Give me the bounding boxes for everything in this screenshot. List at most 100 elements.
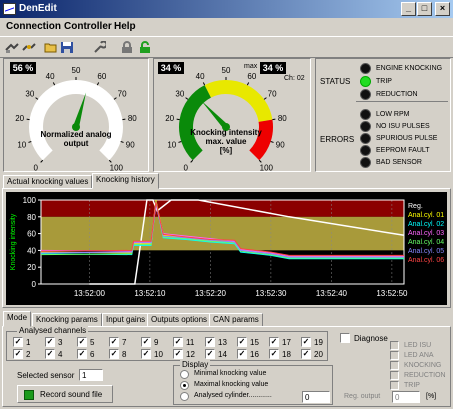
channel-checkbox[interactable]: ✓ (45, 349, 55, 359)
radio-maximal-label: Maximal knocking value (194, 381, 269, 388)
legend-entry: Anal.cyl. 03 (408, 230, 444, 237)
record-sound-button[interactable]: Record sound file (17, 385, 113, 403)
menu-connection[interactable]: Connection (6, 21, 61, 32)
gauge-tick-label: 100 (110, 163, 124, 171)
error-label-item: EEPROM FAULT (376, 147, 430, 154)
diagnose-label: Diagnose (354, 334, 388, 343)
minimize-button[interactable]: _ (401, 2, 416, 16)
gauge-tick-label: 90 (126, 141, 135, 150)
gauge-tick (40, 159, 44, 163)
gauge-needle (73, 92, 87, 128)
diagnose-item-checkbox[interactable] (390, 351, 399, 360)
tab-can-params[interactable]: CAN params (209, 313, 263, 327)
channel-checkbox[interactable]: ✓ (173, 349, 183, 359)
menu-controller[interactable]: Controller (64, 21, 112, 32)
legend-entry: Anal.cyl. 01 (408, 212, 444, 219)
window-title: DenEdit (19, 3, 57, 14)
knocking-intensity-panel: 34 % max 34 % Ch: 02 0 10 20 30 40 50 60 70 80 90… (153, 58, 311, 172)
maximize-button[interactable]: □ (417, 2, 432, 16)
lock-icon[interactable] (120, 41, 134, 54)
channel-checkbox[interactable]: ✓ (301, 337, 311, 347)
tab-mode[interactable]: Mode (3, 311, 32, 327)
channel-label: 11 (186, 338, 195, 347)
diagnose-item-label: TRIP (404, 382, 420, 389)
sensor-spinner[interactable]: 1 (79, 369, 103, 381)
knocking-history-chart: 13:52:00 13:52:10 13:52:20 13:52:30 13:52:40… (10, 196, 444, 298)
cylinder-spinner[interactable]: 0 (302, 391, 330, 403)
tab-outputs-options[interactable]: Outputs options (147, 313, 212, 327)
channel-checkbox[interactable]: ✓ (269, 349, 279, 359)
open-folder-icon[interactable] (44, 41, 58, 54)
legend-entry: Anal.cyl. 02 (408, 221, 444, 228)
gauge-tick-label: 100 (260, 163, 274, 171)
gauge-tick (178, 141, 182, 143)
channel-checkbox[interactable]: ✓ (301, 349, 311, 359)
gauge-tick-label: 10 (167, 141, 176, 150)
gauge-tick-label: 30 (175, 89, 184, 98)
status-led (360, 63, 371, 74)
channel-checkbox[interactable]: ✓ (109, 337, 119, 347)
legend-entry: Anal.cyl. 06 (408, 257, 444, 264)
unlock-icon[interactable] (138, 41, 152, 54)
tab-knocking-history[interactable]: Knocking history (92, 173, 159, 189)
gauge-label: Knocking intensity (190, 128, 262, 137)
app-icon (3, 3, 16, 15)
radio-maximal[interactable] (180, 381, 189, 390)
channel-checkbox[interactable]: ✓ (237, 349, 247, 359)
channel-checkbox[interactable]: ✓ (141, 337, 151, 347)
channel-checkbox[interactable]: ✓ (109, 349, 119, 359)
tab-input-gains[interactable]: Input gains (102, 313, 150, 327)
gauge-tick (246, 82, 250, 86)
y-tick-label: 0 (32, 280, 37, 289)
channel-checkbox[interactable]: ✓ (205, 337, 215, 347)
radio-analysed-cylinder[interactable] (180, 392, 189, 401)
tab-knocking-params[interactable]: Knocking params (32, 313, 102, 327)
channel-label: 6 (90, 350, 95, 359)
chart-band (41, 200, 404, 217)
diagnose-item-checkbox[interactable] (390, 371, 399, 380)
channel-checkbox[interactable]: ✓ (205, 349, 215, 359)
channel-checkbox[interactable]: ✓ (141, 349, 151, 359)
record-icon (24, 390, 34, 400)
channel-checkbox[interactable]: ✓ (13, 337, 23, 347)
diagnose-item-checkbox[interactable] (390, 381, 399, 390)
wrench-icon[interactable] (92, 41, 106, 54)
tab-actual-knocking[interactable]: Actual knocking values (3, 175, 93, 189)
channel-checkbox[interactable]: ✓ (77, 349, 87, 359)
save-icon[interactable] (60, 41, 74, 54)
x-tick-label: 13:52:10 (134, 289, 166, 298)
diagnose-group: Diagnose Reg. output 0 [%] LED ISU LED AN… (338, 331, 448, 404)
radio-minimal[interactable] (180, 370, 189, 379)
connect-icon[interactable] (5, 41, 19, 54)
legend-entry: Anal.cyl. 05 (408, 248, 444, 255)
menu-help[interactable]: Help (114, 21, 136, 32)
y-tick-label: 80 (27, 213, 36, 222)
reg-output-field[interactable]: 0 (392, 391, 420, 403)
channel-checkbox[interactable]: ✓ (173, 337, 183, 347)
status-led (360, 89, 371, 100)
gauge-tick (190, 159, 194, 163)
x-tick-label: 13:52:30 (255, 289, 287, 298)
channels-group: Analysed channels ✓ 1 ✓ 3 ✓ 5 ✓ 7 ✓ 9 ✓ 11 ✓ 13 ✓ 15 ✓ 17… (6, 326, 328, 361)
status-divider (356, 101, 448, 102)
reg-output-unit: [%] (426, 393, 437, 400)
diagnose-item-checkbox[interactable] (390, 361, 399, 370)
channel-label: 3 (58, 338, 63, 347)
legend-entry: Anal.cyl. 04 (408, 239, 444, 246)
error-label-item: SPURIOUS PULSE (376, 135, 438, 142)
channel-checkbox[interactable]: ✓ (45, 337, 55, 347)
channel-checkbox[interactable]: ✓ (237, 337, 247, 347)
channel-checkbox[interactable]: ✓ (13, 349, 23, 359)
diagnose-item-checkbox[interactable] (390, 341, 399, 350)
gauge-tick-label: 60 (247, 72, 256, 81)
channel-checkbox[interactable]: ✓ (269, 337, 279, 347)
error-led (360, 145, 371, 156)
gauge-tick-label: 30 (25, 89, 34, 98)
disconnect-icon[interactable] (22, 41, 36, 54)
gauge-tick (270, 141, 274, 143)
gauge-tick-label: 50 (72, 66, 81, 75)
channel-checkbox[interactable]: ✓ (77, 337, 87, 347)
gauge-tick-label: 70 (118, 89, 127, 98)
diagnose-checkbox[interactable] (340, 333, 350, 343)
close-button[interactable]: × (435, 2, 450, 16)
